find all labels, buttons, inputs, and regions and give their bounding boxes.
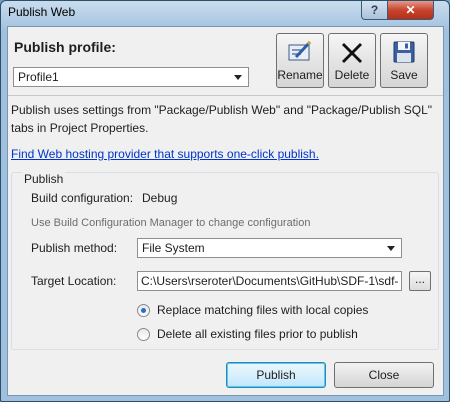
replace-matching-label[interactable]: Replace matching files with local copies: [157, 303, 368, 317]
delete-existing-radio[interactable]: [137, 328, 150, 341]
window-title: Publish Web: [8, 5, 76, 19]
divider: [8, 95, 443, 96]
browse-button[interactable]: ...: [409, 271, 431, 291]
publish-method-dropdown[interactable]: File System: [137, 238, 402, 258]
target-location-label: Target Location:: [31, 274, 117, 288]
publish-web-dialog: Publish Web ? ✕ Publish profile: Profile…: [0, 0, 450, 402]
build-configuration-label: Build configuration:: [31, 191, 134, 205]
build-configuration-value: Debug: [142, 191, 178, 205]
delete-x-icon: [342, 43, 362, 63]
publish-group-title: Publish: [22, 172, 66, 186]
help-button[interactable]: ?: [361, 1, 388, 20]
build-configuration-hint: Use Build Configuration Manager to chang…: [31, 217, 311, 229]
chevron-down-icon: [234, 75, 242, 80]
publish-method-label: Publish method:: [31, 241, 118, 255]
chevron-down-icon: [387, 246, 395, 251]
publish-method-value: File System: [142, 241, 205, 255]
target-location-input[interactable]: C:\Users\rseroter\Documents\GitHub\SDF-1…: [137, 271, 402, 291]
replace-matching-radio[interactable]: [137, 304, 150, 317]
delete-button-label: Delete: [334, 68, 370, 82]
save-button-label: Save: [390, 68, 418, 82]
publish-profile-label: Publish profile:: [14, 39, 116, 55]
title-bar: Publish Web ? ✕: [1, 1, 449, 27]
profile-dropdown[interactable]: Profile1: [13, 67, 249, 87]
close-button[interactable]: Close: [334, 362, 434, 388]
publish-description: Publish uses settings from "Package/Publ…: [11, 103, 433, 135]
rename-button-label: Rename: [277, 68, 323, 82]
hosting-provider-link[interactable]: Find Web hosting provider that supports …: [11, 147, 319, 161]
rename-button[interactable]: Rename: [276, 33, 324, 88]
publish-button[interactable]: Publish: [226, 362, 326, 388]
dialog-body: Publish profile: Profile1 Rename Delete: [7, 26, 444, 396]
delete-existing-label[interactable]: Delete all existing files prior to publi…: [157, 327, 358, 341]
delete-button[interactable]: Delete: [328, 33, 376, 88]
floppy-disk-icon: [393, 41, 415, 63]
profile-dropdown-value: Profile1: [18, 70, 59, 84]
window-close-button[interactable]: ✕: [387, 1, 434, 20]
publish-group: Publish Build configuration: Debug Use B…: [11, 172, 439, 350]
save-button[interactable]: Save: [380, 33, 428, 88]
rename-icon: [288, 40, 312, 61]
